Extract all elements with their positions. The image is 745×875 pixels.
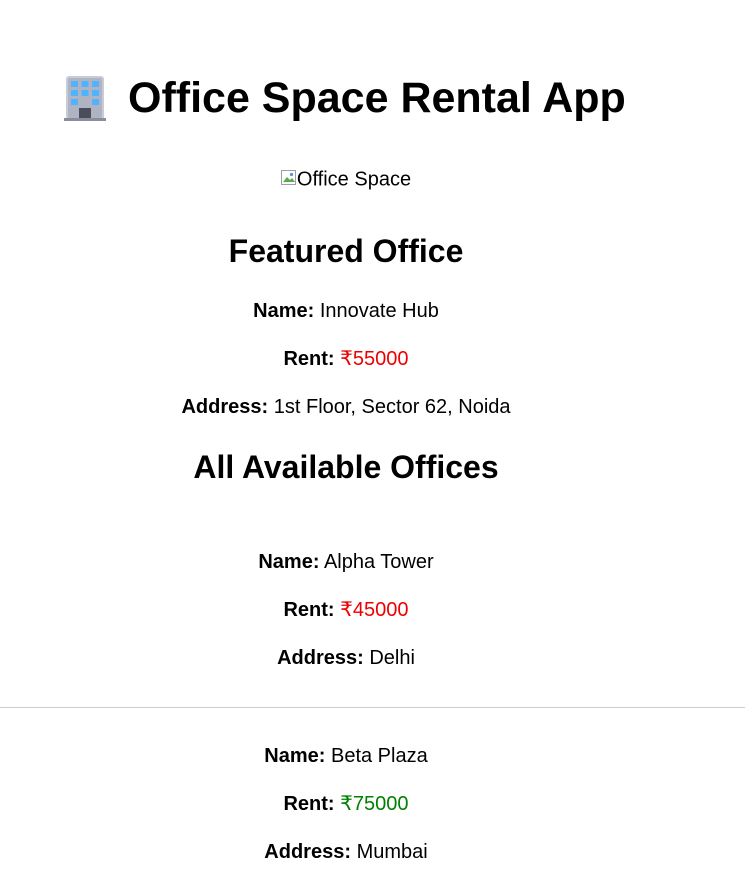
office-address: Mumbai (356, 841, 428, 863)
office-address-row: Address: Delhi (0, 646, 692, 670)
office-rent: ₹45000 (340, 599, 409, 621)
broken-image-icon (280, 168, 297, 192)
address-label: Address: (264, 841, 351, 863)
all-offices-heading: All Available Offices (193, 449, 499, 485)
featured-rent-row: Rent: ₹55000 (0, 347, 692, 371)
office-name-row: Name: Alpha Tower (0, 550, 692, 574)
rent-label: Rent: (283, 599, 335, 621)
rent-label: Rent: (283, 348, 335, 370)
app-title: Office Space Rental App (62, 72, 626, 124)
featured-name: Innovate Hub (319, 300, 439, 322)
office-building-icon (62, 74, 108, 122)
office-rent: ₹75000 (340, 793, 409, 815)
address-label: Address: (277, 647, 364, 669)
featured-heading: Featured Office (228, 233, 464, 269)
name-label: Name: (253, 300, 315, 322)
office-image-alt: Office Space (296, 168, 412, 191)
name-label: Name: (264, 745, 326, 767)
office-name: Beta Plaza (330, 745, 428, 767)
page: Office Space Rental App Office Space Fea… (0, 0, 745, 875)
address-label: Address: (181, 396, 269, 418)
office-rent-row: Rent: ₹75000 (0, 792, 692, 816)
office-name: Alpha Tower (323, 551, 434, 573)
name-label: Name: (258, 551, 320, 573)
office-address-row: Address: Mumbai (0, 840, 692, 864)
featured-address-row: Address: 1st Floor, Sector 62, Noida (0, 395, 692, 419)
office-name-row: Name: Beta Plaza (0, 744, 692, 768)
divider (0, 707, 745, 708)
office-image: Office Space (0, 167, 692, 192)
rent-label: Rent: (283, 793, 335, 815)
featured-rent: ₹55000 (340, 348, 409, 370)
featured-address: 1st Floor, Sector 62, Noida (273, 396, 511, 418)
app-title-text: Office Space Rental App (128, 73, 626, 122)
office-rent-row: Rent: ₹45000 (0, 598, 692, 622)
featured-name-row: Name: Innovate Hub (0, 299, 692, 323)
office-address: Delhi (369, 647, 415, 669)
